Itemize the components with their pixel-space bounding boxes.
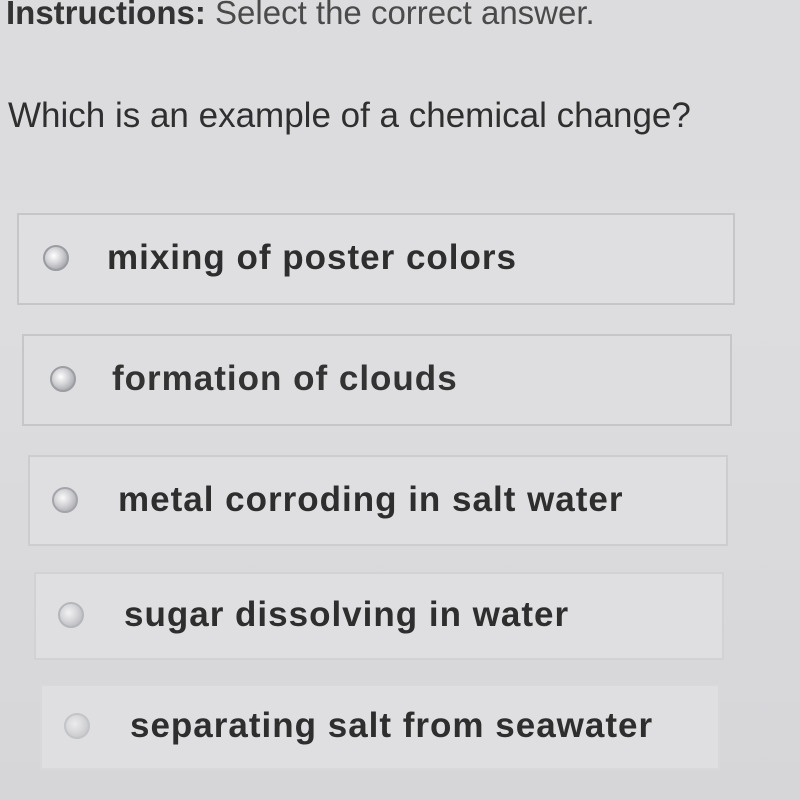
answer-option[interactable]: metal corroding in salt water (28, 455, 728, 546)
answer-option[interactable]: formation of clouds (22, 334, 732, 426)
question-text: Which is an example of a chemical change… (8, 96, 691, 135)
answer-option[interactable]: sugar dissolving in water (34, 572, 724, 660)
answer-option[interactable]: mixing of poster colors (17, 213, 735, 305)
answer-option-label: metal corroding in salt water (118, 479, 624, 519)
answer-option-label: separating salt from seawater (130, 706, 654, 746)
answer-option-label: mixing of poster colors (107, 238, 517, 278)
radio-button[interactable] (52, 486, 78, 513)
instructions-label: Instructions: (6, 0, 206, 31)
answer-option-label: sugar dissolving in water (124, 595, 570, 635)
radio-button[interactable] (64, 713, 90, 739)
answer-option[interactable]: separating salt from seawater (40, 684, 720, 770)
answer-option-label: formation of clouds (112, 359, 458, 399)
instructions-text: Select the correct answer. (215, 0, 595, 31)
radio-button[interactable] (43, 245, 69, 271)
radio-button[interactable] (58, 602, 84, 628)
radio-button[interactable] (50, 366, 76, 392)
instructions-line: Instructions: Select the correct answer. (6, 0, 595, 32)
